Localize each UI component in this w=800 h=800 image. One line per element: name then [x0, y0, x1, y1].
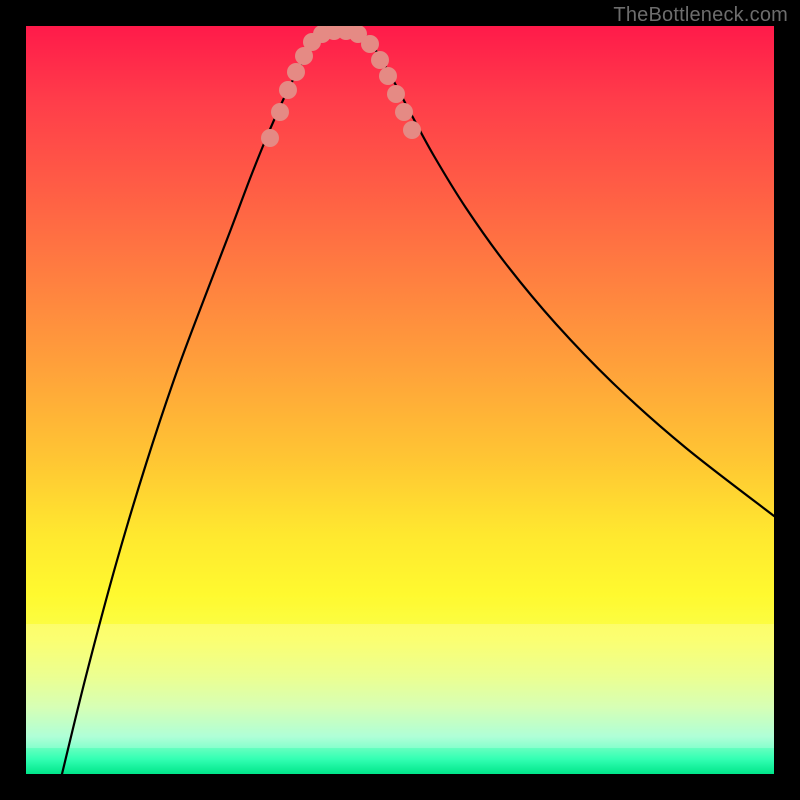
salmon-marker [387, 85, 405, 103]
salmon-marker [271, 103, 289, 121]
right-curve-line [366, 36, 774, 516]
salmon-marker [261, 129, 279, 147]
chart-frame: TheBottleneck.com [0, 0, 800, 800]
salmon-marker [279, 81, 297, 99]
salmon-marker [361, 35, 379, 53]
salmon-marker-group [261, 26, 421, 147]
salmon-marker [403, 121, 421, 139]
left-curve-line [62, 36, 316, 774]
salmon-marker [371, 51, 389, 69]
salmon-marker [287, 63, 305, 81]
plot-area [26, 26, 774, 774]
curves-svg [26, 26, 774, 774]
salmon-marker [379, 67, 397, 85]
salmon-marker [395, 103, 413, 121]
watermark-text: TheBottleneck.com [613, 4, 788, 27]
